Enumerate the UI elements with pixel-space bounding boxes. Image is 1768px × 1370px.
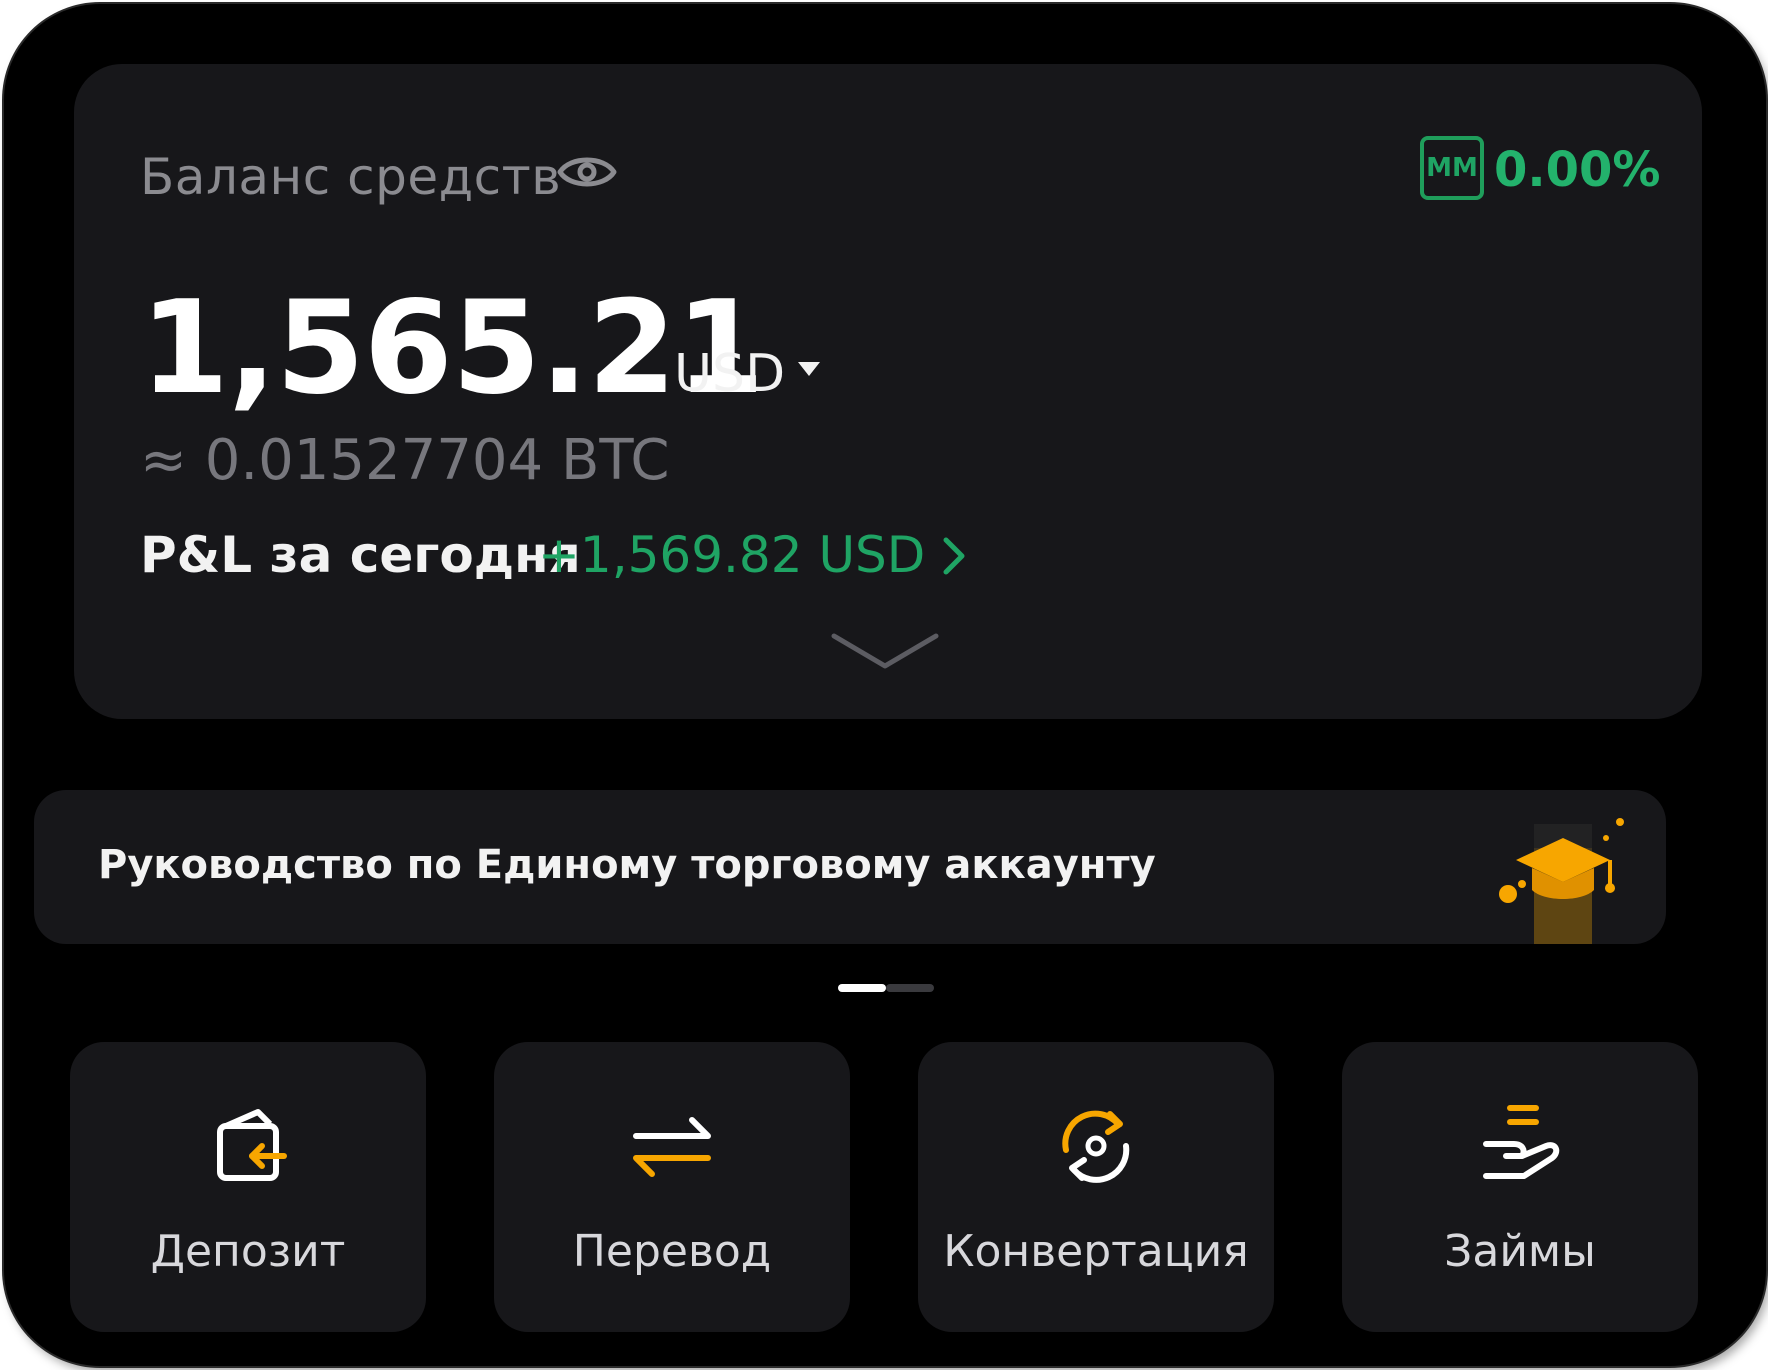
deposit-button[interactable]: Депозит <box>70 1042 426 1332</box>
loans-label: Займы <box>1444 1226 1596 1277</box>
eye-icon[interactable] <box>556 148 618 196</box>
balance-card[interactable]: Баланс средств MM 0.00% 1,565.21 USD ≈ 0… <box>74 64 1702 719</box>
wallet-deposit-icon <box>217 1109 287 1181</box>
deposit-label: Депозит <box>150 1226 346 1277</box>
pager-dot <box>886 984 934 992</box>
balance-label: Баланс средств <box>140 148 562 206</box>
convert-cycle-icon <box>1062 1110 1130 1183</box>
transfer-button[interactable]: Перевод <box>494 1042 850 1332</box>
screenshot-frame: Баланс средств MM 0.00% 1,565.21 USD ≈ 0… <box>0 0 1768 1370</box>
loans-button[interactable]: Займы <box>1342 1042 1698 1332</box>
guide-banner-text: Руководство по Единому торговому аккаунт… <box>98 842 1156 888</box>
btc-equivalent: ≈ 0.01527704 BTC <box>140 428 670 493</box>
convert-label: Конвертация <box>943 1226 1249 1277</box>
chevron-right-icon[interactable] <box>940 534 968 578</box>
carousel-pager <box>838 984 938 992</box>
pnl-label[interactable]: P&L за сегодня <box>140 526 581 584</box>
transfer-arrows-icon <box>633 1117 711 1177</box>
app-screen: Баланс средств MM 0.00% 1,565.21 USD ≈ 0… <box>4 4 1766 1366</box>
mm-rate-value[interactable]: 0.00% <box>1494 142 1661 198</box>
guide-banner[interactable]: Руководство по Единому торговому аккаунт… <box>34 790 1666 944</box>
caret-down-icon[interactable] <box>796 360 822 378</box>
graduation-cap-icon <box>1499 818 1624 944</box>
currency-selector[interactable]: USD <box>674 344 785 404</box>
balance-amount: 1,565.21 <box>140 274 765 423</box>
mm-badge[interactable]: MM <box>1420 136 1484 200</box>
transfer-label: Перевод <box>572 1226 772 1277</box>
chevron-down-icon[interactable] <box>830 630 940 674</box>
convert-button[interactable]: Конвертация <box>918 1042 1274 1332</box>
pager-dot-active <box>838 984 886 992</box>
pnl-value[interactable]: +1,569.82 USD <box>538 526 925 584</box>
loan-hand-icon <box>1483 1105 1560 1179</box>
